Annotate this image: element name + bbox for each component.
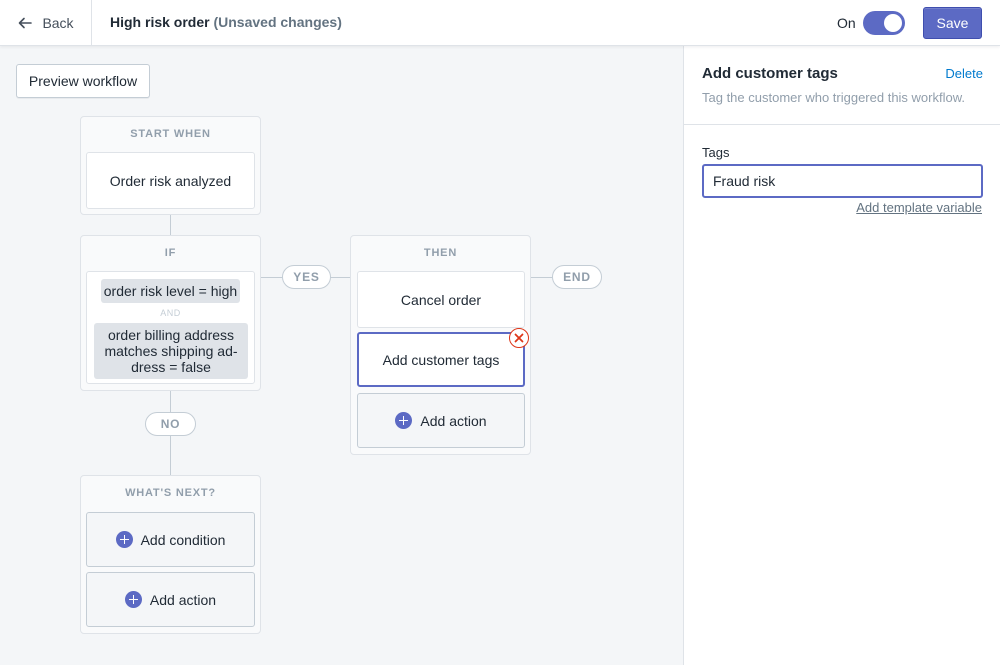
arrow-left-icon [19,17,33,29]
tags-field-label: Tags [702,145,730,160]
connector-if-yes [260,277,282,278]
connector-if-no [170,390,171,412]
tags-input[interactable] [702,164,983,198]
page-title: High risk order (Unsaved changes) [110,14,342,30]
trigger-card[interactable]: Order risk analyzed [86,152,255,209]
save-button[interactable]: Save [923,7,982,39]
condition-joiner: AND [160,308,181,318]
cancel-order-card[interactable]: Cancel order [357,271,525,328]
add-template-variable-link[interactable]: Add template variable [856,200,982,215]
then-add-action-label: Add action [420,412,487,429]
add-condition-button[interactable]: Add condition [86,512,255,567]
connector-then-end [530,277,552,278]
whats-next-heading: WHAT'S NEXT? [125,487,216,499]
preview-workflow-button[interactable]: Preview workflow [16,64,150,98]
next-add-action-button[interactable]: Add action [86,572,255,627]
connector-no-next [170,436,171,476]
workflow-toggle[interactable] [863,11,905,35]
next-add-action-label: Add action [149,591,217,608]
then-add-action-button[interactable]: Add action [357,393,525,448]
connector-start-if [170,214,171,236]
condition-clause-address-match: order billing address matches shipping a… [94,323,248,379]
toggle-label: On [837,15,856,31]
no-label: NO [145,412,196,436]
back-label: Back [42,15,74,31]
action-settings-panel: Add customer tags Delete Tag the custome… [683,46,1000,665]
top-bar: Back High risk order (Unsaved changes) O… [0,0,1000,46]
add-condition-label: Add condition [140,531,226,548]
workflow-name: High risk order [110,14,210,30]
add-customer-tags-card[interactable]: Add customer tags [357,332,525,387]
then-heading: THEN [423,247,458,259]
panel-title: Add customer tags [702,65,838,82]
condition-card[interactable]: order risk level = high AND order billin… [86,271,255,384]
close-circle-icon[interactable] [509,328,529,348]
end-label: END [552,265,602,289]
if-heading: IF [164,247,177,259]
start-when-heading: START WHEN [130,128,211,140]
back-button[interactable]: Back [0,0,92,46]
panel-description: Tag the customer who triggered this work… [702,90,966,105]
plus-circle-icon [124,591,142,608]
condition-clause-risk-level: order risk level = high [101,279,240,303]
toggle-knob [884,14,902,32]
panel-header: Add customer tags Delete Tag the custome… [684,46,1000,125]
unsaved-status: (Unsaved changes) [213,14,342,30]
connector-yes-then [330,277,351,278]
plus-circle-icon [115,531,133,548]
plus-circle-icon [395,412,413,429]
delete-action-link[interactable]: Delete [945,66,983,81]
yes-label: YES [282,265,331,289]
